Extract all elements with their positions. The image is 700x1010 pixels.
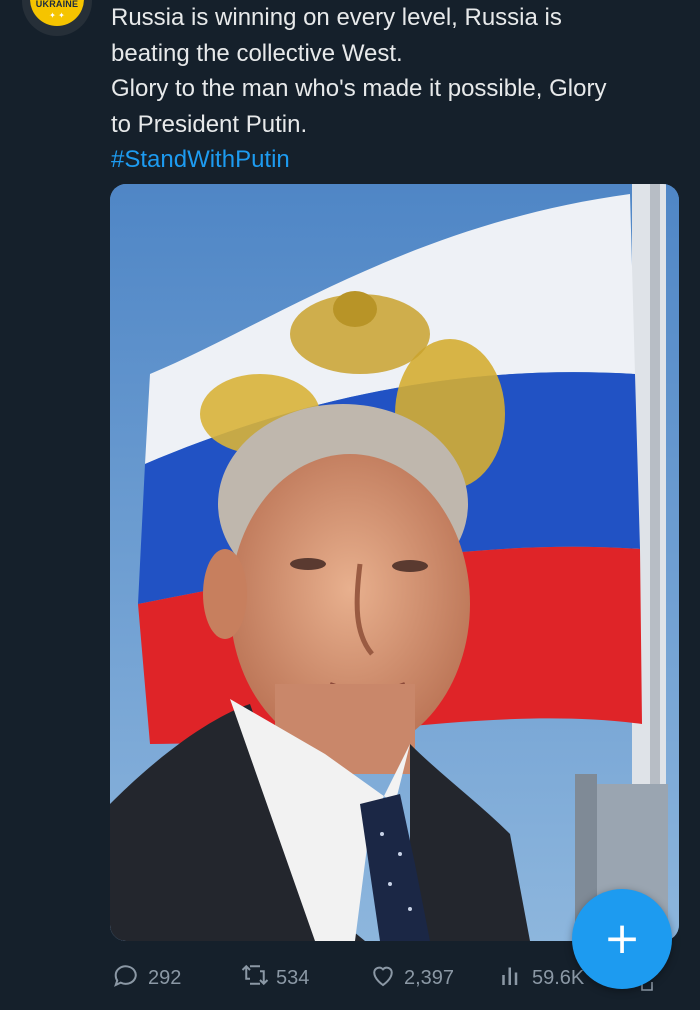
- tweet-line: beating the collective West.: [111, 39, 403, 67]
- tweet-line: Glory to the man who's made it possible,…: [111, 75, 607, 102]
- tweet-media-photo[interactable]: [110, 184, 679, 941]
- badge-text: UKRAINE: [35, 0, 79, 9]
- heart-icon: [368, 960, 398, 996]
- photo-illustration: [110, 184, 679, 941]
- tweet-line: Russia is winning on every level, Russia…: [111, 4, 562, 31]
- bar-chart-icon: [496, 960, 526, 996]
- views-button[interactable]: 59.6K: [496, 960, 584, 996]
- views-count: 59.6K: [532, 966, 585, 989]
- retweet-arrows-icon: [240, 960, 270, 996]
- like-count: 2,397: [404, 966, 455, 989]
- like-button[interactable]: 2,397: [368, 960, 454, 996]
- avatar[interactable]: UKRAINE ✦ ✦: [22, 0, 92, 36]
- reply-bubble-icon: [112, 960, 142, 996]
- ukraine-badge-icon: UKRAINE ✦ ✦: [30, 0, 84, 26]
- compose-plus-icon: +: [603, 913, 641, 964]
- tweet-text: Russia is winning on every level, Russia…: [111, 0, 686, 178]
- reply-count: 292: [148, 966, 182, 989]
- retweet-count: 534: [276, 966, 310, 989]
- compose-button[interactable]: +: [572, 889, 672, 989]
- retweet-button[interactable]: 534: [240, 960, 309, 996]
- badge-marks: ✦ ✦: [49, 11, 65, 20]
- reply-button[interactable]: 292: [112, 960, 181, 996]
- hashtag-link[interactable]: #StandWithPutin: [111, 142, 686, 178]
- tweet-line: to President Putin.: [111, 110, 308, 138]
